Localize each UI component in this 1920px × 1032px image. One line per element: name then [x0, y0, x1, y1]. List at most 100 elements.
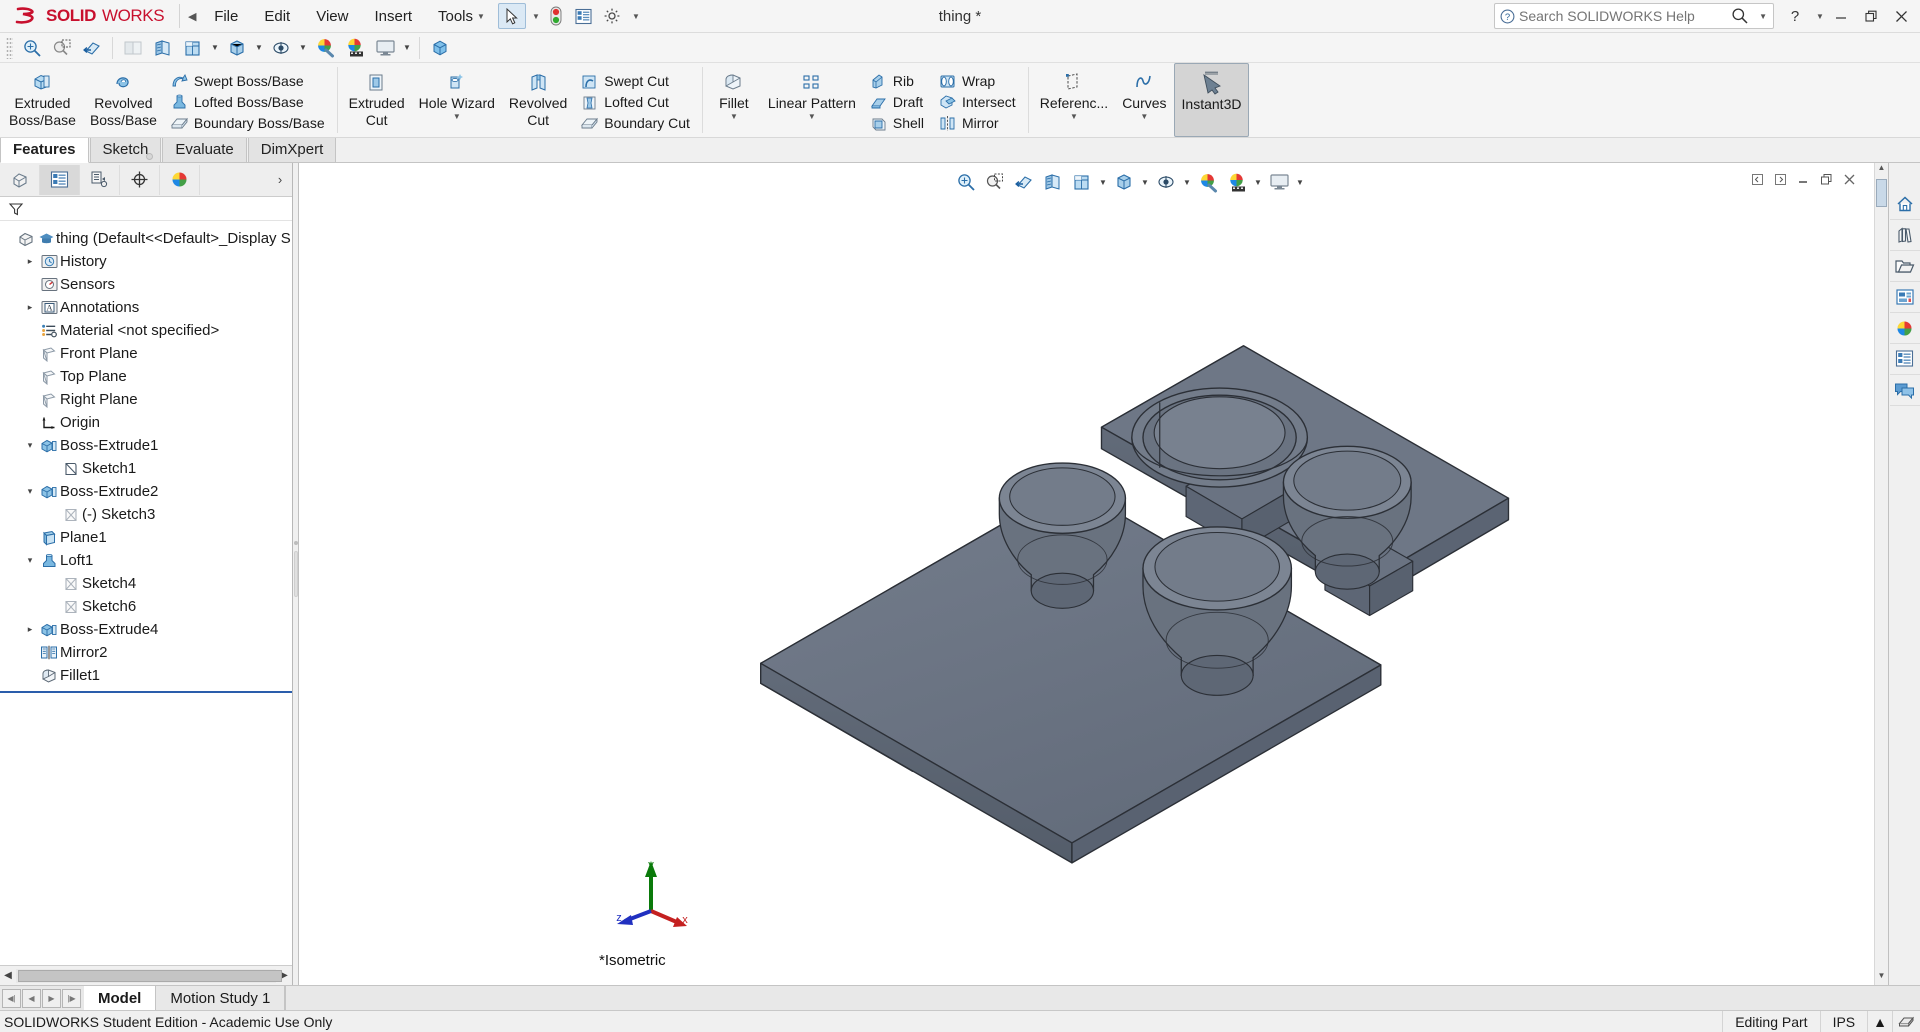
expand-arrow-icon[interactable]: ▸ — [22, 624, 38, 635]
bottom-tab-motion-study[interactable]: Motion Study 1 — [156, 986, 286, 1010]
apply-scene-dropdown[interactable]: ▼ — [1252, 169, 1265, 195]
graphics-vertical-scrollbar[interactable]: ▲ ▼ — [1874, 163, 1888, 985]
custom-properties-button[interactable] — [1889, 344, 1920, 375]
hide-show-items-button[interactable] — [266, 35, 296, 61]
display-style-dropdown[interactable]: ▼ — [252, 35, 266, 61]
tree-item-mirror2[interactable]: Mirror2 — [0, 641, 292, 664]
expand-arrow-icon[interactable]: ▸ — [22, 256, 38, 267]
mirror-button[interactable]: Mirror — [935, 113, 1021, 134]
revolved-boss-base-button[interactable]: Revolved Boss/Base — [83, 63, 164, 137]
view-palette-button[interactable] — [1889, 282, 1920, 313]
boundary-boss-base-button[interactable]: Boundary Boss/Base — [167, 113, 330, 134]
rebuild-status-button[interactable] — [542, 3, 570, 29]
tree-item-right-plane[interactable]: Right Plane — [0, 388, 292, 411]
search-input[interactable] — [1519, 8, 1726, 24]
file-explorer-button[interactable] — [1889, 251, 1920, 282]
section-view-button[interactable] — [118, 35, 148, 61]
chevron-down-icon[interactable]: ▼ — [730, 112, 738, 121]
edit-appearance-button[interactable] — [1194, 169, 1223, 195]
chevron-down-icon[interactable]: ▼ — [453, 112, 461, 121]
help-dropdown[interactable]: ▼ — [1810, 1, 1826, 31]
curves-button[interactable]: Curves ▼ — [1115, 63, 1173, 137]
graphics-area[interactable]: ▼ ▼ ▼ ▼ ▼ y x z *Isometric — [299, 163, 1888, 985]
scroll-up-arrow-icon[interactable]: ▲ — [1875, 163, 1888, 177]
prev-doc-button[interactable] — [1746, 168, 1768, 190]
next-doc-button[interactable] — [1769, 168, 1791, 190]
nav-next-button[interactable]: ▶ — [42, 988, 61, 1008]
restore-button[interactable] — [1856, 1, 1886, 31]
tree-item-boss-extrude4[interactable]: ▸ Boss-Extrude4 — [0, 618, 292, 641]
toolbar-grip[interactable] — [6, 36, 13, 59]
menu-edit[interactable]: Edit — [251, 3, 303, 30]
wrap-button[interactable]: Wrap — [935, 71, 1021, 92]
options-dropdown[interactable]: ▼ — [626, 3, 642, 29]
search-box[interactable]: ? ▼ — [1494, 3, 1774, 29]
reference-geometry-button[interactable]: Referenc... ▼ — [1033, 63, 1115, 137]
cad-model[interactable] — [299, 163, 1888, 985]
hide-show-items-dropdown[interactable]: ▼ — [296, 35, 310, 61]
sw-forum-button[interactable] — [1889, 375, 1920, 406]
boundary-cut-button[interactable]: Boundary Cut — [577, 113, 695, 134]
tab-dimxpert[interactable]: DimXpert — [247, 137, 337, 162]
tree-item-top-plane[interactable]: Top Plane — [0, 365, 292, 388]
fillet-button[interactable]: Fillet ▼ — [707, 63, 761, 137]
property-manager-tab[interactable] — [40, 164, 80, 195]
view-orientation-button[interactable] — [1068, 169, 1097, 195]
intersect-button[interactable]: Intersect — [935, 92, 1021, 113]
linear-pattern-button[interactable]: Linear Pattern ▼ — [761, 63, 863, 137]
feature-manager-tab[interactable] — [0, 164, 40, 195]
appearances-scenes-button[interactable] — [1889, 313, 1920, 344]
previous-view-button[interactable] — [1010, 169, 1039, 195]
tree-filter-bar[interactable] — [0, 197, 292, 221]
shell-button[interactable]: Shell — [866, 113, 929, 134]
doc-minimize-button[interactable] — [1792, 168, 1814, 190]
section-view-button-2[interactable] — [148, 35, 178, 61]
view-settings-dropdown[interactable]: ▼ — [1294, 169, 1307, 195]
tree-item-sensors[interactable]: Sensors — [0, 273, 292, 296]
view-orientation-dropdown[interactable]: ▼ — [1097, 169, 1110, 195]
display-style-button[interactable] — [1110, 169, 1139, 195]
dimxpert-manager-tab[interactable] — [120, 164, 160, 195]
splitter-bar[interactable] — [294, 551, 298, 597]
revolved-cut-button[interactable]: Revolved Cut — [502, 63, 574, 137]
chevron-down-icon[interactable]: ▼ — [1140, 112, 1148, 121]
view-orientation-dropdown[interactable]: ▼ — [208, 35, 222, 61]
display-manager-tab[interactable] — [160, 164, 200, 195]
tree-item-material-not-specified[interactable]: Material <not specified> — [0, 319, 292, 342]
chevron-down-icon[interactable]: ▼ — [808, 112, 816, 121]
extruded-cut-button[interactable]: Extruded Cut — [342, 63, 412, 137]
more-tabs-chevron-icon[interactable]: › — [268, 172, 292, 187]
zoom-to-fit-button[interactable] — [952, 169, 981, 195]
scroll-thumb[interactable] — [1876, 179, 1887, 207]
options-settings-button[interactable] — [598, 3, 626, 29]
sw-resources-button[interactable] — [1889, 189, 1920, 220]
zoom-to-area-button[interactable] — [981, 169, 1010, 195]
apply-scene-button[interactable] — [1223, 169, 1252, 195]
design-library-button[interactable] — [1889, 220, 1920, 251]
edit-appearance-button[interactable] — [310, 35, 340, 61]
hole-wizard-button[interactable]: Hole Wizard ▼ — [412, 63, 502, 137]
lofted-boss-base-button[interactable]: Lofted Boss/Base — [167, 92, 330, 113]
previous-view-button[interactable] — [77, 35, 107, 61]
help-button[interactable]: ? — [1780, 1, 1810, 31]
tree-item-history[interactable]: ▸ History — [0, 250, 292, 273]
menu-insert[interactable]: Insert — [361, 3, 425, 30]
appearance-cube-button[interactable] — [425, 35, 455, 61]
tree-item-loft1[interactable]: ▾ Loft1 — [0, 549, 292, 572]
doc-close-button[interactable] — [1838, 168, 1860, 190]
scroll-left-arrow-icon[interactable]: ◀ — [0, 970, 16, 981]
menu-tools[interactable]: Tools ▼ — [425, 3, 498, 30]
tree-item-boss-extrude2[interactable]: ▾ Boss-Extrude2 — [0, 480, 292, 503]
scroll-down-arrow-icon[interactable]: ▼ — [1875, 971, 1888, 985]
minimize-button[interactable] — [1826, 1, 1856, 31]
lofted-cut-button[interactable]: Lofted Cut — [577, 92, 695, 113]
tree-item-front-plane[interactable]: Front Plane — [0, 342, 292, 365]
collapse-arrow-icon[interactable]: ▾ — [22, 440, 38, 451]
display-style-dropdown[interactable]: ▼ — [1139, 169, 1152, 195]
select-tool-button[interactable] — [497, 3, 526, 29]
expand-arrow-icon[interactable]: ▸ — [22, 302, 38, 313]
view-settings-button[interactable] — [370, 35, 400, 61]
collapse-arrow-icon[interactable]: ▾ — [22, 555, 38, 566]
hide-show-items-button[interactable] — [1152, 169, 1181, 195]
configuration-manager-tab[interactable] — [80, 164, 120, 195]
